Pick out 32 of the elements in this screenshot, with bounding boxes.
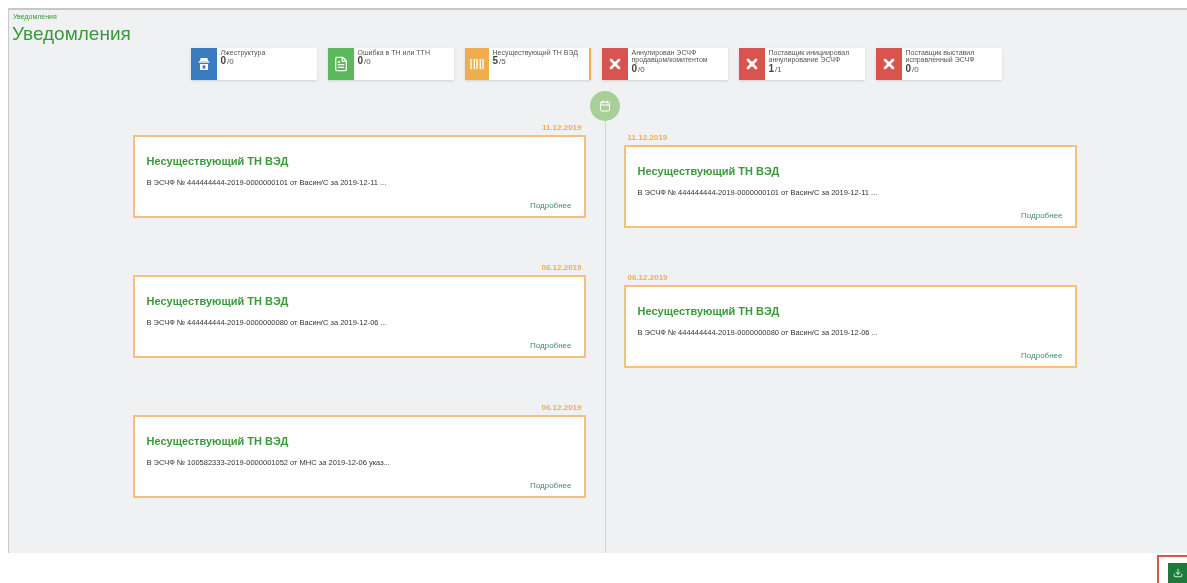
download-icon: [1173, 568, 1183, 578]
stat-value: 0: [631, 63, 638, 74]
details-link[interactable]: Подробнее: [530, 339, 572, 352]
card-title: Несуществующий ТН ВЭД: [637, 303, 781, 319]
card-title: Несуществующий ТН ВЭД: [637, 163, 781, 179]
date-label: 11.12.2019: [540, 121, 583, 134]
stat-total: /0: [227, 57, 234, 67]
date-label: 06.12.2019: [540, 401, 583, 414]
date-label: 06.12.2019: [540, 261, 583, 274]
card-title: Несуществующий ТН ВЭД: [146, 433, 290, 449]
stat-value: 0: [905, 63, 912, 74]
details-link[interactable]: Подробнее: [1021, 209, 1063, 222]
details-link[interactable]: Подробнее: [530, 479, 572, 492]
stat-total: /0: [912, 64, 919, 75]
date-label: 11.12.2019: [626, 131, 669, 144]
details-link[interactable]: Подробнее: [1021, 349, 1063, 362]
date-label: 06.12.2019: [626, 271, 669, 284]
stat-total: /5: [499, 57, 506, 67]
page-title: Уведомления: [11, 22, 132, 45]
stat-value: 5: [492, 56, 499, 66]
stat-value: 0: [220, 56, 227, 66]
stat-total: /1: [775, 64, 782, 75]
stat-total: /0: [364, 57, 371, 67]
card-title: Несуществующий ТН ВЭД: [146, 293, 290, 309]
stat-total: /0: [638, 64, 645, 75]
download-button[interactable]: [1168, 563, 1187, 583]
details-link[interactable]: Подробнее: [530, 199, 572, 212]
card-title: Несуществующий ТН ВЭД: [146, 153, 290, 169]
stat-value: 0: [357, 56, 364, 66]
calendar-icon: [598, 99, 611, 112]
stat-value: 1: [768, 63, 775, 74]
document-icon: [332, 55, 349, 72]
